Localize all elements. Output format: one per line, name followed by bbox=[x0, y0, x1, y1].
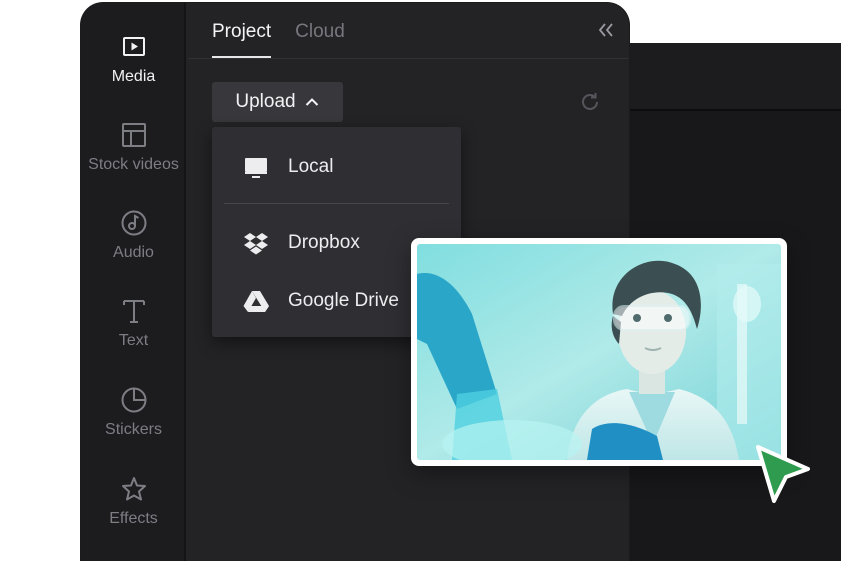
tab-project[interactable]: Project bbox=[212, 21, 272, 58]
monitor-icon bbox=[245, 158, 267, 178]
menu-divider bbox=[224, 203, 449, 204]
audio-icon bbox=[121, 210, 146, 236]
stickers-icon bbox=[121, 387, 146, 413]
scientist-photo bbox=[417, 244, 781, 460]
upload-label: Upload bbox=[235, 91, 296, 112]
sidebar-item-text[interactable]: Text bbox=[81, 297, 186, 357]
sidebar: Media Stock videos Audio Text Stickers E… bbox=[81, 3, 186, 561]
google-drive-icon bbox=[243, 291, 269, 312]
sidebar-item-label: Stickers bbox=[105, 421, 162, 438]
tab-divider bbox=[188, 58, 629, 59]
sidebar-item-label: Effects bbox=[109, 510, 158, 527]
tab-cloud[interactable]: Cloud bbox=[295, 21, 345, 58]
pointer-cursor-icon bbox=[756, 445, 810, 503]
sidebar-item-label: Audio bbox=[113, 244, 154, 261]
stock-videos-icon bbox=[121, 123, 146, 147]
sidebar-item-label: Stock videos bbox=[88, 156, 179, 173]
sidebar-item-label: Media bbox=[111, 68, 156, 85]
upload-button[interactable]: Upload bbox=[212, 82, 343, 122]
menu-item-label: Local bbox=[288, 156, 334, 177]
refresh-icon[interactable] bbox=[579, 91, 601, 113]
menu-item-label: Google Drive bbox=[288, 290, 399, 311]
media-icon bbox=[122, 37, 145, 56]
double-chevron-left-icon[interactable] bbox=[597, 21, 615, 39]
effects-icon bbox=[121, 477, 146, 501]
sidebar-item-effects[interactable]: Effects bbox=[81, 475, 186, 535]
dropbox-icon bbox=[244, 233, 268, 255]
menu-item-local[interactable]: Local bbox=[212, 145, 461, 189]
sidebar-item-stickers[interactable]: Stickers bbox=[81, 386, 186, 446]
sidebar-item-audio[interactable]: Audio bbox=[81, 209, 186, 269]
sidebar-item-media[interactable]: Media bbox=[81, 33, 186, 93]
menu-item-label: Dropbox bbox=[288, 232, 360, 253]
text-icon bbox=[122, 300, 145, 323]
chevron-up-icon bbox=[305, 98, 318, 106]
sidebar-item-stock-videos[interactable]: Stock videos bbox=[81, 121, 186, 181]
sidebar-item-label: Text bbox=[118, 332, 149, 349]
tab-bar: Project Cloud bbox=[212, 21, 345, 58]
media-thumbnail-card[interactable] bbox=[411, 238, 787, 466]
